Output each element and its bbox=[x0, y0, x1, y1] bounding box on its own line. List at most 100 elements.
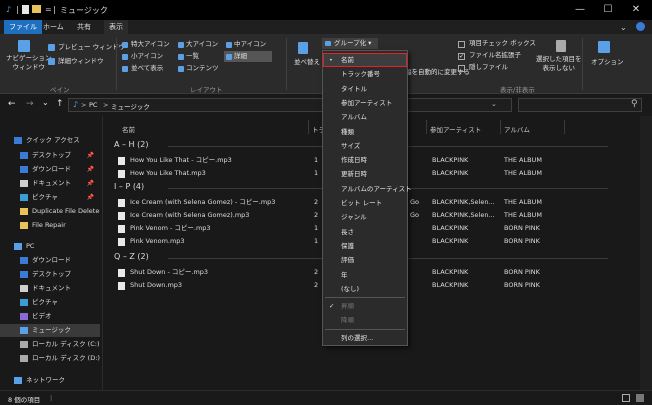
menu-item[interactable]: 種類 bbox=[323, 125, 407, 139]
nav-item[interactable]: ミュージック bbox=[0, 324, 100, 337]
close-button[interactable]: ✕ bbox=[626, 3, 646, 17]
vertical-scrollbar[interactable] bbox=[640, 116, 652, 390]
recent-locations-button[interactable]: ⌄ bbox=[42, 98, 49, 107]
column-divider[interactable] bbox=[308, 120, 309, 134]
layout-small-icons[interactable]: 小アイコン bbox=[131, 52, 163, 61]
options-button[interactable]: オプション bbox=[591, 58, 624, 67]
nav-item[interactable]: ネットワーク bbox=[0, 374, 100, 387]
tab-home[interactable]: ホーム bbox=[38, 20, 69, 34]
menu-item[interactable]: タイトル bbox=[323, 82, 407, 96]
nav-item[interactable]: ローカル ディスク (C:) bbox=[0, 338, 100, 351]
menu-item[interactable]: 長さ bbox=[323, 225, 407, 239]
menu-item[interactable]: 列の選択... bbox=[323, 331, 407, 345]
track-number: 2 bbox=[314, 211, 319, 219]
details-view-toggle-icon[interactable] bbox=[622, 394, 630, 402]
column-divider[interactable] bbox=[500, 120, 501, 134]
tab-share[interactable]: 共有 bbox=[72, 20, 96, 34]
minimize-button[interactable]: — bbox=[570, 3, 590, 17]
pin-icon[interactable]: 📌 bbox=[87, 191, 94, 204]
menu-item[interactable]: 評価 bbox=[323, 253, 407, 267]
back-button[interactable]: ← bbox=[8, 99, 16, 109]
breadcrumb-separator[interactable]: > bbox=[81, 101, 86, 109]
layout-large-icons[interactable]: 大アイコン bbox=[186, 40, 218, 49]
group-header[interactable]: Q – Z (2) bbox=[114, 252, 149, 261]
navigation-pane-button[interactable]: ナビゲーション ウィンドウ bbox=[6, 54, 51, 72]
properties-icon[interactable] bbox=[22, 5, 29, 14]
address-input[interactable]: ♪ > PC > ミュージック ⌄ bbox=[68, 98, 512, 112]
group-header[interactable]: I – P (4) bbox=[114, 182, 144, 191]
menu-item[interactable]: アルバムのアーティスト bbox=[323, 182, 412, 196]
column-header-name[interactable]: 名前 bbox=[122, 124, 135, 134]
menu-item[interactable]: アルバム bbox=[323, 110, 407, 124]
layout-tiles[interactable]: 並べて表示 bbox=[131, 64, 163, 73]
menu-item[interactable]: 保護 bbox=[323, 239, 407, 253]
nav-item[interactable]: デスクトップ 📌 bbox=[0, 149, 100, 162]
nav-item[interactable]: クイック アクセス bbox=[0, 134, 100, 147]
column-header-contributing-artist[interactable]: 参加アーティスト bbox=[430, 124, 481, 134]
pin-icon[interactable]: 📌 bbox=[87, 149, 94, 162]
column-divider[interactable] bbox=[564, 120, 565, 134]
menu-item[interactable]: サイズ bbox=[323, 139, 407, 153]
tab-view[interactable]: 表示 bbox=[104, 20, 128, 34]
hidden-items-checkbox[interactable] bbox=[458, 65, 465, 72]
quick-access-toolbar-dropdown[interactable]: = bbox=[45, 5, 52, 14]
search-input[interactable]: ⚲ bbox=[518, 98, 642, 112]
sort-by-icon[interactable] bbox=[298, 42, 308, 54]
group-by-button[interactable]: グループ化 ▾ bbox=[334, 39, 371, 48]
pin-icon[interactable]: 📌 bbox=[87, 177, 94, 190]
forward-button[interactable]: → bbox=[26, 99, 34, 109]
extra-large-icons-icon bbox=[122, 42, 128, 48]
maximize-button[interactable]: ☐ bbox=[598, 3, 618, 17]
menu-item[interactable]: トラック番号 bbox=[323, 67, 407, 81]
file-extensions-checkbox[interactable]: ✓ bbox=[458, 53, 465, 60]
nav-item[interactable]: Duplicate File Deleter bbox=[0, 205, 100, 218]
nav-item[interactable]: ダウンロード bbox=[0, 254, 100, 267]
column-header-album[interactable]: アルバム bbox=[504, 124, 530, 134]
show-hide-group-label: 表示/非表示 bbox=[500, 86, 535, 94]
large-icons-view-toggle-icon[interactable] bbox=[636, 394, 644, 402]
options-icon[interactable] bbox=[598, 41, 610, 53]
column-divider[interactable] bbox=[426, 120, 427, 134]
menu-item[interactable]: 参加アーティスト bbox=[323, 96, 407, 110]
help-icon[interactable] bbox=[636, 22, 645, 31]
nav-item[interactable]: ドキュメント 📌 bbox=[0, 177, 100, 190]
album: THE ALBUM bbox=[504, 169, 542, 177]
menu-item[interactable]: ビット レート bbox=[323, 196, 407, 210]
menu-item[interactable]: 作成日時 bbox=[323, 153, 407, 167]
breadcrumb-separator[interactable]: > bbox=[103, 101, 108, 109]
menu-item[interactable]: (なし) bbox=[323, 282, 407, 296]
menu-item[interactable]: 更新日時 bbox=[323, 167, 407, 181]
tab-file[interactable]: ファイル bbox=[4, 20, 42, 34]
nav-item[interactable]: ダウンロード 📌 bbox=[0, 163, 100, 176]
group-header[interactable]: A – H (2) bbox=[114, 140, 148, 149]
layout-medium-icons[interactable]: 中アイコン bbox=[234, 40, 266, 49]
up-button[interactable]: ↑ bbox=[56, 99, 64, 109]
new-folder-icon[interactable] bbox=[32, 5, 41, 13]
nav-item[interactable]: ドキュメント bbox=[0, 282, 100, 295]
address-dropdown-button[interactable]: ⌄ bbox=[491, 100, 497, 108]
item-checkboxes-checkbox[interactable] bbox=[458, 41, 465, 48]
layout-list[interactable]: 一覧 bbox=[186, 52, 199, 61]
hide-selected-button[interactable]: 選択した項目を 表示しない bbox=[536, 55, 582, 73]
nav-item[interactable]: ローカル ディスク (D:) bbox=[0, 352, 100, 365]
layout-extra-large-icons[interactable]: 特大アイコン bbox=[131, 40, 170, 49]
breadcrumb-music[interactable]: ミュージック bbox=[111, 101, 150, 111]
nav-item[interactable]: File Repair bbox=[0, 219, 100, 232]
pin-icon[interactable]: 📌 bbox=[87, 163, 94, 176]
nav-item[interactable]: PC bbox=[0, 240, 100, 253]
nav-item[interactable]: デスクトップ bbox=[0, 268, 100, 281]
menu-item[interactable]: • 名前 bbox=[323, 53, 407, 67]
layout-details[interactable]: 詳細 bbox=[234, 52, 247, 61]
layout-content[interactable]: コンテンツ bbox=[186, 64, 219, 73]
hide-selected-icon[interactable] bbox=[556, 40, 566, 52]
breadcrumb-pc[interactable]: PC bbox=[89, 101, 97, 109]
nav-item[interactable]: ビデオ bbox=[0, 310, 100, 323]
details-pane-button[interactable]: 詳細ウィンドウ bbox=[58, 57, 104, 66]
nav-item[interactable]: ピクチャ bbox=[0, 296, 100, 309]
menu-item[interactable]: 年 bbox=[323, 268, 407, 282]
nav-item[interactable]: ピクチャ 📌 bbox=[0, 191, 100, 204]
menu-item[interactable]: ジャンル bbox=[323, 210, 407, 224]
ribbon-collapse-icon[interactable]: ⌄ bbox=[620, 23, 627, 32]
navigation-pane-icon[interactable] bbox=[18, 40, 30, 52]
sort-by-button[interactable]: 並べ替え bbox=[294, 58, 320, 67]
